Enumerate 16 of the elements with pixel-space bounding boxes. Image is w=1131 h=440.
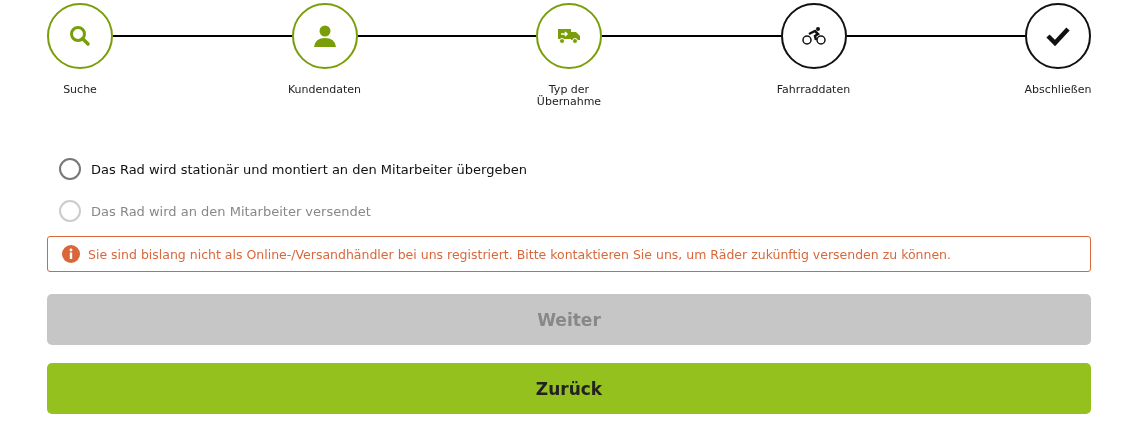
person-icon	[312, 24, 337, 48]
radio-button[interactable]	[59, 158, 81, 180]
alert-text: Sie sind bislang nicht als Online-/Versandhändler bei uns registriert. Bitte kontaktieren Sie uns, um Räder zukünftig versenden zu können.	[88, 246, 951, 262]
step-label: Typ der Übernahme	[535, 84, 603, 108]
option-label: Das Rad wird stationär und montiert an den Mitarbeiter übergeben	[91, 161, 527, 177]
info-icon	[62, 245, 80, 263]
search-icon	[69, 25, 91, 47]
step-label: Abschließen	[1023, 84, 1093, 96]
option-label: Das Rad wird an den Mitarbeiter versendet	[91, 203, 371, 219]
truck-icon	[558, 28, 580, 44]
cyclist-icon	[801, 26, 826, 46]
check-icon	[1046, 26, 1070, 46]
back-button[interactable]: Zurück	[47, 363, 1091, 414]
step-label: Fahrraddaten	[775, 84, 852, 96]
step-label: Suche	[62, 84, 98, 96]
step-label: Kundendaten	[286, 84, 363, 96]
